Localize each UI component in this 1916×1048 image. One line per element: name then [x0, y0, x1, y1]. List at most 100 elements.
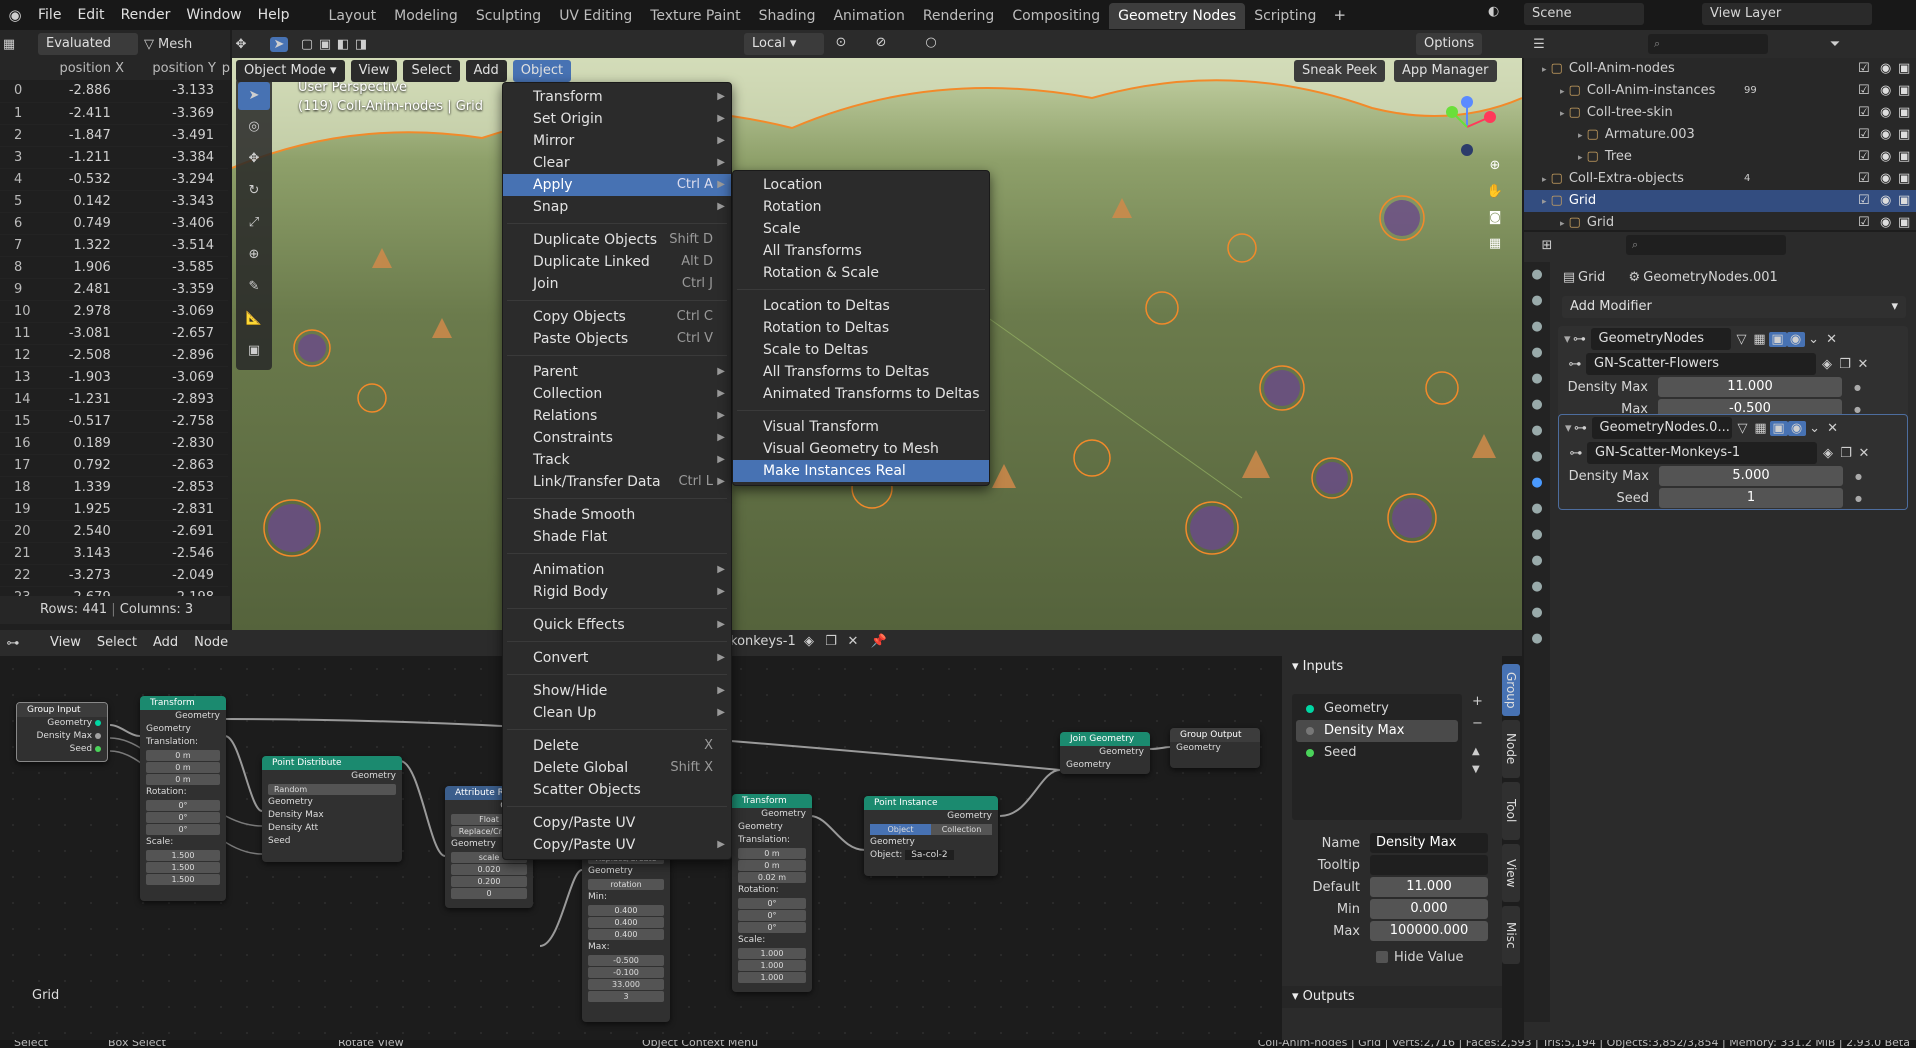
expand-arrow-icon[interactable]: ▸ [1578, 131, 1583, 141]
checkbox-icon[interactable]: ☑ [1858, 124, 1870, 146]
tab-object-icon[interactable]: ● [1524, 444, 1550, 470]
menu-item-copy-objects[interactable]: Copy Objects Ctrl C [503, 306, 731, 328]
translation-z[interactable]: 0.02 m [738, 872, 806, 883]
proportional-edit-icon[interactable]: ○ [922, 35, 940, 50]
render-toggle-icon[interactable]: ◉ [1787, 420, 1806, 436]
tab-particles-icon[interactable]: ● [1524, 496, 1550, 522]
checkbox-icon[interactable]: ☑ [1858, 80, 1870, 102]
fake-user-icon[interactable]: ◈ [1818, 357, 1836, 372]
scale-z[interactable]: 1.500 [146, 874, 220, 885]
apply-animated-transforms-to-deltas[interactable]: Animated Transforms to Deltas [733, 383, 989, 405]
tab-tool-icon[interactable]: ● [1524, 262, 1550, 288]
transform-tool-icon[interactable]: ⊕ [238, 240, 270, 270]
camera-render-icon[interactable]: ▣ [1898, 80, 1910, 102]
menu-item-collection[interactable]: Collection ▶ [503, 383, 731, 405]
tab-physics-icon[interactable]: ● [1524, 522, 1550, 548]
remove-modifier-icon[interactable]: ✕ [1824, 421, 1842, 436]
scene-selector[interactable]: Scene [1524, 3, 1644, 25]
camera-render-icon[interactable]: ▣ [1898, 58, 1910, 80]
camera-render-icon[interactable]: ▣ [1898, 124, 1910, 146]
eye-icon[interactable]: ◉ [1880, 212, 1891, 234]
eye-icon[interactable]: ◉ [1880, 168, 1891, 190]
camera-render-icon[interactable]: ▣ [1898, 146, 1910, 168]
tab-render-icon[interactable]: ● [1524, 288, 1550, 314]
move-down-button[interactable]: ▼ [1472, 764, 1480, 775]
fake-user-shield-icon[interactable]: ◈ [800, 634, 818, 649]
max-field[interactable]: 0.200 [451, 876, 527, 887]
outliner-row[interactable]: ▸ ▢ Coll-Anim-nodes ☑ ◉ ▣ [1524, 58, 1916, 80]
name-field[interactable]: Density Max [1370, 833, 1488, 853]
tab-data-icon[interactable]: ● [1524, 574, 1550, 600]
field-value[interactable]: 11.000 [1658, 377, 1842, 397]
select-tool-icon[interactable]: ➤ [238, 82, 270, 110]
orientation-dropdown[interactable]: Local ▾ [744, 33, 824, 55]
duplicate-tree-icon[interactable]: ❐ [822, 634, 840, 649]
menu-item-link-transfer-data[interactable]: Link/Transfer Data Ctrl L ▶ [503, 471, 731, 493]
eye-icon[interactable]: ◉ [1880, 102, 1891, 124]
tab-compositing[interactable]: Compositing [1003, 3, 1109, 29]
render-toggle-icon[interactable]: ◉ [1786, 331, 1805, 347]
pin-icon[interactable]: 📌 [870, 634, 888, 649]
input-seed[interactable]: Seed [1296, 742, 1458, 764]
remove-input-button[interactable]: − [1472, 716, 1483, 731]
tab-world-icon[interactable]: ● [1524, 392, 1550, 418]
node-group-output[interactable]: Group Output Geometry [1170, 728, 1260, 768]
min-field[interactable]: 0.000 [1370, 899, 1488, 919]
select-tool-icon[interactable]: ➤ [270, 36, 288, 52]
outliner-row[interactable]: ▸ ▢ Grid ☑ ◉ ▣ [1524, 212, 1916, 234]
default-field[interactable]: 11.000 [1370, 877, 1488, 897]
move-tool-icon[interactable]: ✥ [238, 144, 270, 174]
viewport-menu-object[interactable]: Object [512, 60, 572, 82]
nodetree-icon[interactable]: ⊶ [1566, 357, 1584, 372]
translation-y[interactable]: 0 m [738, 860, 806, 871]
apply-scale-to-deltas[interactable]: Scale to Deltas [733, 339, 989, 361]
object-tab[interactable]: Object [870, 824, 931, 835]
checkbox-icon[interactable]: ☑ [1858, 212, 1870, 234]
viewport-toggle-icon[interactable]: ▣ [1769, 420, 1788, 436]
outliner-search[interactable]: ⌕ [1648, 34, 1768, 54]
min-x[interactable]: 0.400 [588, 905, 664, 916]
duplicate-icon[interactable]: ❐ [1836, 357, 1854, 372]
menu-item-shade-smooth[interactable]: Shade Smooth [503, 504, 731, 526]
expand-arrow-icon[interactable]: ▸ [1578, 153, 1583, 163]
outliner-row[interactable]: ▸ ▢ Coll-tree-skin ☑ ◉ ▣ [1524, 102, 1916, 124]
menu-item-clear[interactable]: Clear ▶ [503, 152, 731, 174]
menu-item-copy-paste-uv[interactable]: Copy/Paste UV [503, 812, 731, 834]
min-z[interactable]: 0.400 [588, 929, 664, 940]
tab-texture-paint[interactable]: Texture Paint [641, 3, 749, 29]
apply-rotation-to-deltas[interactable]: Rotation to Deltas [733, 317, 989, 339]
unlink-tree-icon[interactable]: ✕ [844, 634, 862, 649]
menu-item-parent[interactable]: Parent ▶ [503, 361, 731, 383]
collection-tab[interactable]: Collection [931, 824, 992, 835]
node-group-input[interactable]: Group Input Geometry Density Max Seed [16, 702, 108, 762]
viewport-menu-select[interactable]: Select [403, 60, 460, 82]
edit-mode-toggle-icon[interactable]: ▽ [1733, 332, 1751, 347]
sidebar-tab-group[interactable]: Group [1502, 664, 1520, 716]
hide-value-checkbox[interactable] [1376, 951, 1388, 963]
node-editor-type-icon[interactable]: ⊶ [4, 636, 22, 651]
tab-modifier-icon[interactable]: ● [1524, 470, 1550, 496]
scale-x[interactable]: 1.000 [738, 948, 806, 959]
apply-visual-transform[interactable]: Visual Transform [733, 416, 989, 438]
outliner-type-icon[interactable]: ☰ [1530, 37, 1548, 52]
modifier-name-field[interactable]: GeometryNodes.0... [1591, 417, 1732, 439]
apply-all-transforms[interactable]: All Transforms [733, 240, 989, 262]
select-box-mode-icon[interactable]: ▢ [298, 37, 316, 52]
filter-icon[interactable]: ⏷ [1826, 37, 1844, 52]
apply-visual-geometry-to-mesh[interactable]: Visual Geometry to Mesh [733, 438, 989, 460]
menu-item-paste-objects[interactable]: Paste Objects Ctrl V [503, 328, 731, 350]
column-position-x[interactable]: position X [46, 58, 124, 80]
menu-item-shade-flat[interactable]: Shade Flat [503, 526, 731, 548]
viewport-menu-view[interactable]: View [350, 60, 398, 82]
checkbox-icon[interactable]: ☑ [1858, 146, 1870, 168]
grid-view-icon[interactable]: ▦ [1486, 236, 1504, 251]
distribute-mode-dropdown[interactable]: Random [268, 784, 396, 795]
tab-scene-icon[interactable]: ● [1524, 366, 1550, 392]
node-attribute-randomize-rotation[interactable]: Replace/Create Geometry rotation Min: 0.… [582, 852, 670, 1022]
field-value[interactable]: 1 [1659, 488, 1843, 508]
duplicate-icon[interactable]: ❐ [1837, 446, 1855, 461]
inputs-panel-header[interactable]: ▾ Inputs [1282, 656, 1502, 678]
node-point-instance[interactable]: Point Instance Geometry Object Collectio… [864, 796, 998, 876]
unlink-icon[interactable]: ✕ [1854, 357, 1872, 372]
node-menu-add[interactable]: Add [145, 630, 186, 656]
